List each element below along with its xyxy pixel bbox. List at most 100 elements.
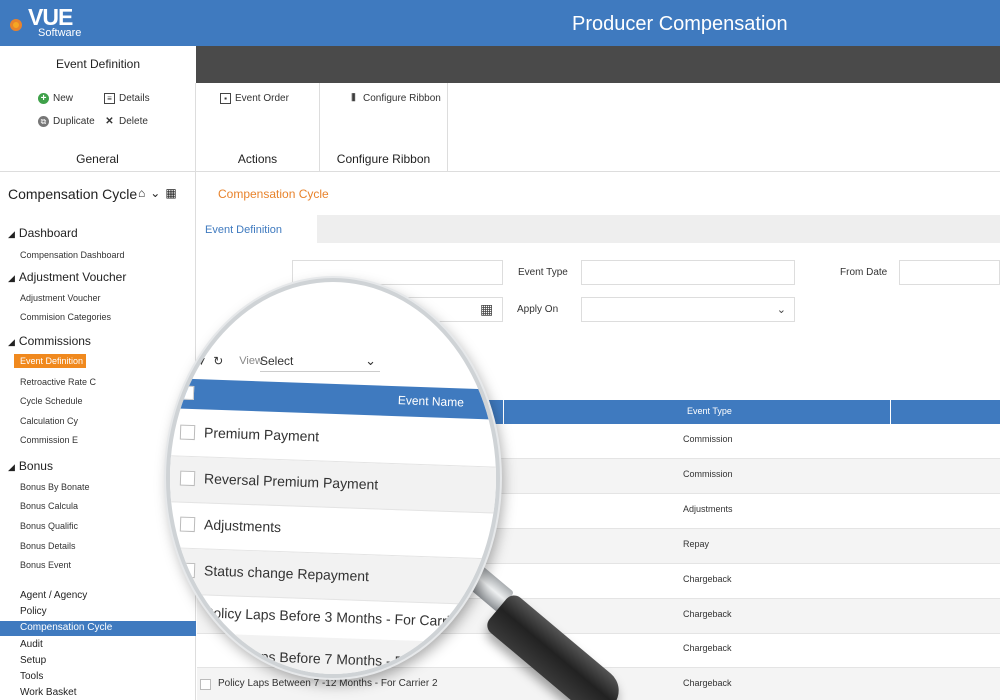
module-agent-agency[interactable]: Agent / Agency [20,590,87,601]
sidebar-item-event-definition[interactable]: Event Definition [14,354,86,368]
duplicate-button[interactable]: ⧉ Duplicate [38,116,95,127]
section-label: Bonus [18,459,53,473]
event-order-button[interactable]: ▪ Event Order [220,93,289,104]
module-compensation-cycle[interactable]: Compensation Cycle [0,621,196,636]
row-checkbox[interactable] [179,562,196,579]
column-divider [890,400,891,424]
calendar-icon[interactable]: ▦ [165,186,176,200]
close-icon: ✕ [105,116,114,127]
configure-ribbon-button[interactable]: ⦀ Configure Ribbon [348,93,441,104]
event-name-cell: Status change Repayment [203,562,370,585]
row-checkbox[interactable] [200,679,211,690]
tab-event-definition[interactable]: Event Definition [197,215,317,243]
sidebar-item-bonus-event[interactable]: Bonus Event [20,560,71,570]
select-all-checkbox[interactable] [179,385,195,401]
module-audit[interactable]: Audit [20,639,43,650]
event-type-cell: Commission [683,434,733,444]
sidebar-title: Compensation Cycle [8,186,138,202]
sidebar-item-bonus-qualification[interactable]: Bonus Qualific [20,521,78,531]
row-checkbox[interactable] [179,516,196,533]
row-checkbox[interactable] [179,470,196,487]
column-event-type[interactable]: Event Type [687,406,732,416]
sidebar-item-adjustment-voucher[interactable]: Adjustment Voucher [20,293,101,303]
event-type-cell: Chargeback [683,574,732,584]
event-type-cell: Chargeback [683,609,732,619]
filter-icon[interactable]: ▼ [195,354,207,368]
module-policy[interactable]: Policy [20,606,47,617]
event-type-input[interactable] [581,260,795,285]
chevron-down-icon[interactable]: ⌄ [150,186,160,200]
duplicate-icon: ⧉ [38,116,49,127]
event-order-label: Event Order [235,93,289,104]
event-type-label: Event Type [518,267,568,278]
refresh-icon[interactable]: ↻ [213,354,223,368]
collapse-triangle-icon: ◢ [8,273,15,283]
event-name-cell: Policy Laps Before 7 Months - For Carrie… [203,646,475,672]
ribbon-tab-event-definition[interactable]: Event Definition [0,46,196,83]
details-label: Details [119,93,150,104]
section-label: Adjustment Voucher [18,270,127,284]
breadcrumb[interactable]: Compensation Cycle [218,187,329,201]
apply-on-select[interactable]: ⌄ [581,297,795,322]
plus-icon: + [38,93,49,104]
section-label: Commissions [18,334,91,348]
chevron-down-icon: ⌄ [365,353,376,368]
event-name-cell: Reversal Premium Payment [203,470,379,493]
details-icon: ≡ [104,93,115,104]
sidebar-section-dashboard[interactable]: ◢ Dashboard [8,226,78,240]
sidebar: Compensation Cycle ⌂ ⌄ ▦ ◢ Dashboard Comp… [0,172,196,700]
configure-ribbon-label: Configure Ribbon [363,93,441,104]
column-event-name[interactable]: Event Name [398,393,464,409]
ribbon-group-general: + New ≡ Details ⧉ Duplicate ✕ Delete Gen… [0,83,196,172]
sidebar-item-bonus-calculation[interactable]: Bonus Calcula [20,501,78,511]
sidebar-section-adjustment[interactable]: ◢ Adjustment Voucher [8,270,126,284]
view-select[interactable]: Select ⌄ [260,350,380,372]
app-title: Producer Compensation [572,13,788,35]
row-checkbox[interactable] [179,646,196,663]
new-button[interactable]: + New [38,93,73,104]
ribbon-group-configure: ⦀ Configure Ribbon Configure Ribbon [320,83,448,172]
row-checkbox[interactable] [179,424,196,441]
sidebar-item-cycle-schedule[interactable]: Cycle Schedule [20,396,83,406]
ribbon-tab-bar [196,46,1000,83]
delete-button[interactable]: ✕ Delete [104,116,148,127]
new-label: New [53,93,74,104]
grid-toolbar: ▣ ▼ ↻ View [178,354,263,368]
home-icon[interactable]: ⌂ [138,186,145,200]
sidebar-item-compensation-dashboard[interactable]: Compensation Dashboard [20,250,125,260]
module-tools[interactable]: Tools [20,671,43,682]
event-name-cell: Premium Payment [203,424,320,445]
details-button[interactable]: ≡ Details [104,93,150,104]
logo-subtext: Software [38,27,82,39]
sidebar-item-bonus-by-bonate[interactable]: Bonus By Bonate [20,482,90,492]
module-setup[interactable]: Setup [20,655,46,666]
sidebar-item-commision-categories[interactable]: Commision Categories [20,312,111,322]
order-icon: ▪ [220,93,231,104]
apply-on-label: Apply On [517,304,559,315]
ribbon-group-actions: ▪ Event Order Actions [196,83,320,172]
magnifier-lens: ▣ ▼ ↻ View Select ⌄ Event Name Premium P… [166,278,500,678]
ribbon: Event Definition + New ≡ Details ⧉ Dupli… [0,46,1000,172]
logo-mark-icon [10,19,22,31]
app-header: VUE Software Producer Compensation [0,0,1000,46]
row-checkbox[interactable] [179,604,196,621]
event-type-cell: Chargeback [683,678,732,688]
sidebar-item-calculation-cycle[interactable]: Calculation Cy [20,416,78,426]
sidebar-tools: ⌂ ⌄ ▦ [138,186,177,200]
event-name-cell: Policy Laps Before 3 Months - For Carrie… [203,604,475,630]
sidebar-section-commissions[interactable]: ◢ Commissions [8,334,91,348]
event-type-cell: Adjustments [683,504,733,514]
sidebar-item-retroactive-rate[interactable]: Retroactive Rate C [20,377,96,387]
sidebar-item-bonus-details[interactable]: Bonus Details [20,541,76,551]
sidebar-section-bonus[interactable]: ◢ Bonus [8,459,53,473]
save-icon[interactable]: ▣ [178,354,189,368]
module-work-basket[interactable]: Work Basket [20,687,77,698]
sidebar-item-commission-e[interactable]: Commission E [20,435,78,445]
collapse-triangle-icon: ◢ [8,229,15,239]
section-label: Dashboard [18,226,78,240]
event-type-cell: Commission [683,469,733,479]
sliders-icon: ⦀ [351,93,356,104]
view-select-value: Select [260,354,294,368]
from-date-input[interactable] [899,260,1000,285]
ribbon-group-title: Actions [237,152,278,166]
